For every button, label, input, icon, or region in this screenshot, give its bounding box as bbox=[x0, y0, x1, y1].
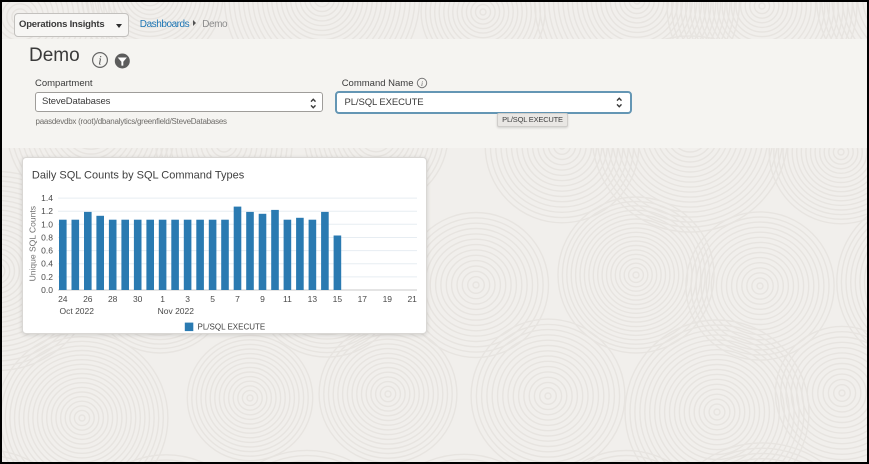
svg-text:1: 1 bbox=[160, 294, 165, 304]
svg-text:9: 9 bbox=[260, 294, 265, 304]
svg-text:1.4: 1.4 bbox=[41, 193, 53, 203]
svg-text:19: 19 bbox=[383, 294, 393, 304]
svg-text:0.6: 0.6 bbox=[41, 246, 53, 256]
svg-text:11: 11 bbox=[283, 294, 292, 304]
svg-text:1.2: 1.2 bbox=[41, 206, 53, 216]
svg-text:26: 26 bbox=[83, 294, 93, 304]
svg-text:Unique SQL Counts: Unique SQL Counts bbox=[28, 206, 38, 281]
svg-text:i: i bbox=[420, 79, 422, 88]
svg-text:3: 3 bbox=[185, 294, 190, 304]
svg-text:7: 7 bbox=[235, 294, 240, 304]
svg-text:Nov 2022: Nov 2022 bbox=[158, 306, 195, 316]
svg-text:30: 30 bbox=[133, 294, 143, 304]
svg-text:0.4: 0.4 bbox=[41, 259, 53, 269]
svg-text:1.0: 1.0 bbox=[41, 219, 53, 229]
svg-text:PL/SQL EXECUTE: PL/SQL EXECUTE bbox=[198, 323, 266, 332]
svg-text:15: 15 bbox=[333, 294, 343, 304]
svg-text:0.2: 0.2 bbox=[41, 272, 53, 282]
svg-text:0.8: 0.8 bbox=[41, 233, 53, 243]
svg-text:13: 13 bbox=[308, 294, 318, 304]
svg-text:Oct 2022: Oct 2022 bbox=[60, 306, 95, 316]
svg-text:Daily SQL Counts by SQL Comman: Daily SQL Counts by SQL Command Types bbox=[32, 169, 245, 181]
svg-text:5: 5 bbox=[210, 294, 215, 304]
svg-text:17: 17 bbox=[358, 294, 368, 304]
svg-text:28: 28 bbox=[108, 294, 118, 304]
svg-text:0.0: 0.0 bbox=[41, 285, 53, 295]
svg-text:24: 24 bbox=[58, 294, 68, 304]
svg-text:21: 21 bbox=[407, 294, 417, 304]
svg-text:i: i bbox=[98, 54, 102, 68]
